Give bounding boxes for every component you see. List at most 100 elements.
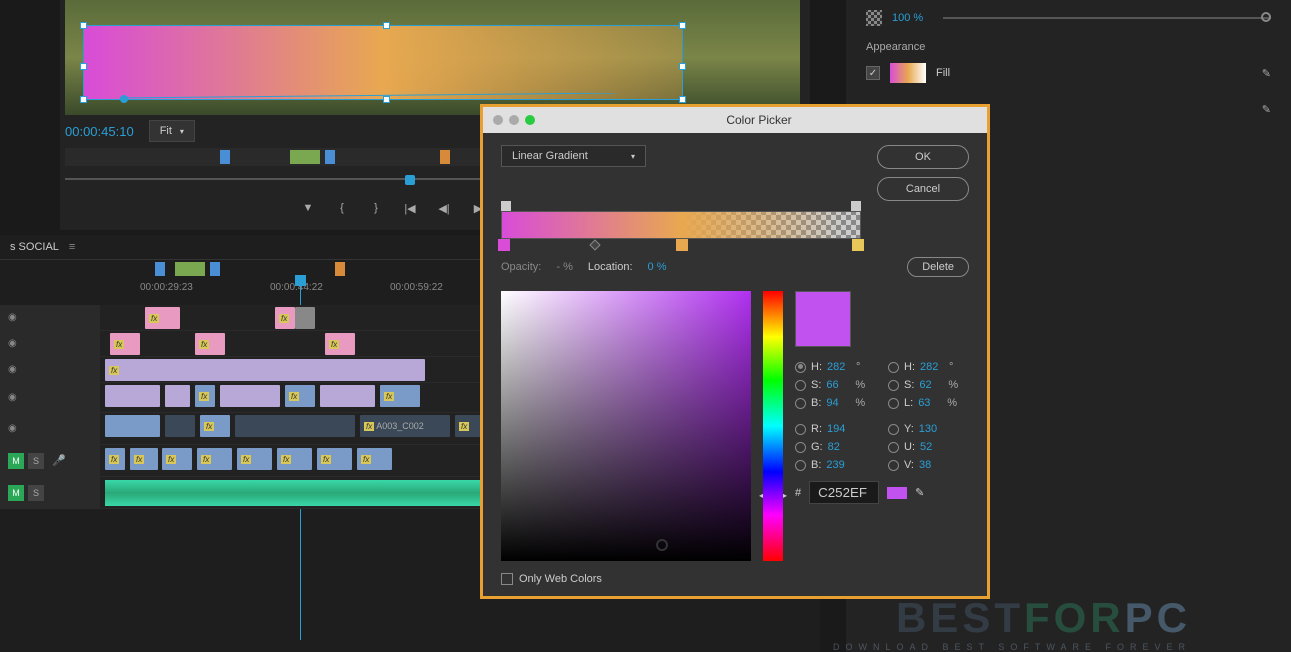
clip[interactable] [320, 385, 375, 407]
clip[interactable]: fx [105, 359, 425, 381]
titlebar[interactable]: Color Picker [483, 107, 987, 133]
clip[interactable]: fx [380, 385, 420, 407]
clip[interactable]: fx [110, 333, 140, 355]
clip[interactable]: fxA003_C002 [360, 415, 450, 437]
gradient-preview[interactable] [501, 211, 861, 239]
clip[interactable] [220, 385, 280, 407]
y-radio[interactable] [888, 424, 899, 435]
clip[interactable]: fx [145, 307, 180, 329]
location-value[interactable]: 0 % [648, 261, 672, 273]
clip[interactable]: fx [275, 307, 295, 329]
solo-button[interactable]: S [28, 453, 44, 469]
audio-clip[interactable]: fx [197, 448, 232, 470]
timecode-display[interactable]: 00:00:45:10 [65, 124, 134, 139]
audio-clip[interactable]: fx [237, 448, 272, 470]
clip[interactable] [295, 307, 315, 329]
sequence-name[interactable]: s SOCIAL [10, 241, 59, 253]
title-graphic[interactable] [83, 25, 683, 100]
audio-clip[interactable]: fx [357, 448, 392, 470]
color-stop[interactable] [498, 239, 510, 251]
opacity-value[interactable]: 100 % [892, 12, 923, 24]
audio-clip[interactable]: fx [105, 448, 125, 470]
clip[interactable]: fx [195, 385, 215, 407]
opacity-slider[interactable] [943, 17, 1271, 19]
fill-swatch[interactable] [890, 63, 926, 83]
step-back-button[interactable]: ◀| [436, 200, 452, 216]
clip[interactable] [105, 415, 160, 437]
clip[interactable]: fx [200, 415, 230, 437]
track-toggle[interactable]: ◉ [8, 423, 17, 434]
clip[interactable]: fx [325, 333, 355, 355]
marker[interactable] [175, 262, 205, 276]
preview-video[interactable] [65, 0, 800, 115]
marker[interactable] [220, 150, 230, 164]
resize-handle[interactable] [383, 96, 390, 103]
maximize-button[interactable] [525, 115, 535, 125]
u-radio[interactable] [888, 442, 899, 453]
marker[interactable] [290, 150, 320, 164]
hsl-h-radio[interactable] [888, 362, 899, 373]
resize-handle[interactable] [80, 22, 87, 29]
v-radio[interactable] [888, 460, 899, 471]
cancel-button[interactable]: Cancel [877, 177, 969, 201]
audio-clip[interactable]: fx [162, 448, 192, 470]
h-radio[interactable] [795, 362, 806, 373]
color-cursor[interactable] [656, 539, 668, 551]
resize-handle[interactable] [679, 63, 686, 70]
b-radio[interactable] [795, 398, 806, 409]
track-toggle[interactable]: ◉ [8, 312, 17, 323]
track-toggle[interactable]: ◉ [8, 338, 17, 349]
clip[interactable] [165, 385, 190, 407]
anchor-point[interactable] [120, 95, 128, 103]
audio-clip[interactable]: fx [130, 448, 158, 470]
gradient-editor[interactable] [501, 211, 861, 239]
track-toggle[interactable]: ◉ [8, 392, 17, 403]
clip[interactable] [235, 415, 355, 437]
opacity-stop[interactable] [851, 201, 861, 211]
add-marker-button[interactable]: ▼ [300, 200, 316, 216]
hex-input[interactable] [809, 481, 879, 504]
mic-icon[interactable]: 🎤 [52, 454, 66, 467]
go-to-in-button[interactable]: |◀ [402, 200, 418, 216]
s-radio[interactable] [795, 380, 806, 391]
clip[interactable]: fx [195, 333, 225, 355]
out-point-button[interactable]: } [368, 200, 384, 216]
delete-stop-button[interactable]: Delete [907, 257, 969, 277]
g-radio[interactable] [795, 442, 806, 453]
track-toggle[interactable]: ◉ [8, 364, 17, 375]
resize-handle[interactable] [383, 22, 390, 29]
eyedropper-icon[interactable]: ✎ [1262, 103, 1271, 116]
resize-handle[interactable] [80, 63, 87, 70]
eyedropper-icon[interactable]: ✎ [915, 486, 924, 499]
color-stop[interactable] [852, 239, 864, 251]
marker[interactable] [325, 150, 335, 164]
close-button[interactable] [493, 115, 503, 125]
clip[interactable] [165, 415, 195, 437]
resize-handle[interactable] [679, 96, 686, 103]
r-radio[interactable] [795, 424, 806, 435]
marker[interactable] [335, 262, 345, 276]
resize-handle[interactable] [679, 22, 686, 29]
zoom-select[interactable]: Fit [149, 120, 195, 142]
mute-button[interactable]: M [8, 453, 24, 469]
marker[interactable] [155, 262, 165, 276]
ok-button[interactable]: OK [877, 145, 969, 169]
opacity-stop[interactable] [501, 201, 511, 211]
fill-checkbox[interactable]: ✓ [866, 66, 880, 80]
hue-cursor[interactable]: ◂▸ [759, 491, 787, 500]
audio-clip[interactable]: fx [317, 448, 352, 470]
clip[interactable]: fx [285, 385, 315, 407]
hsl-s-radio[interactable] [888, 380, 899, 391]
resize-handle[interactable] [80, 96, 87, 103]
midpoint[interactable] [589, 239, 600, 250]
hue-slider[interactable]: ◂▸ [763, 291, 783, 561]
eyedropper-icon[interactable]: ✎ [1262, 67, 1271, 80]
marker[interactable] [210, 262, 220, 276]
web-colors-checkbox[interactable] [501, 573, 513, 585]
mute-button[interactable]: M [8, 485, 24, 501]
clip[interactable] [105, 385, 160, 407]
solo-button[interactable]: S [28, 485, 44, 501]
panel-menu-icon[interactable]: ≡ [69, 241, 75, 253]
color-stop[interactable] [676, 239, 688, 251]
l-radio[interactable] [888, 398, 899, 409]
